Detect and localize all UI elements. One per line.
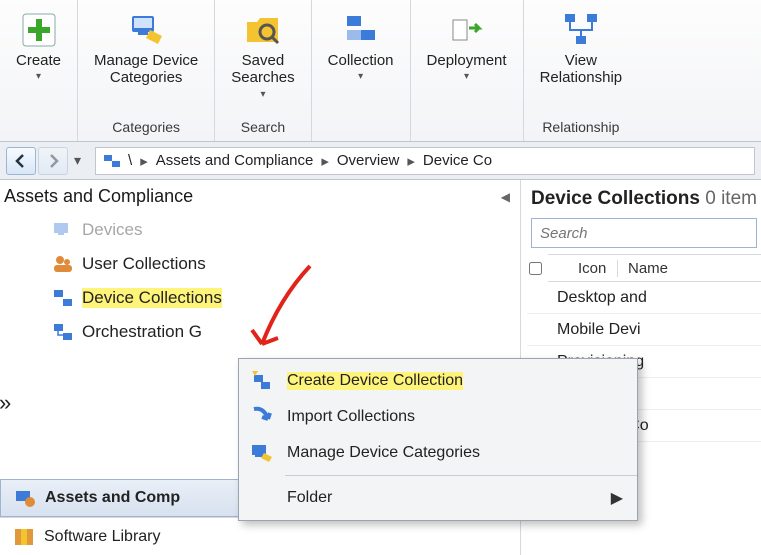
context-menu: Create Device Collection Import Collecti… <box>238 358 638 521</box>
view-relationships-button[interactable]: View Relationship <box>534 6 629 87</box>
chevron-right-icon: ▸ <box>407 152 415 170</box>
expand-chevron-icon[interactable]: » <box>0 390 11 416</box>
chevron-right-icon: ▸ <box>321 152 329 170</box>
chevron-right-icon: ▶ <box>611 488 623 508</box>
chevron-down-icon: ▾ <box>358 71 363 83</box>
content-title-name: Device Collections <box>531 188 700 209</box>
tree-label: Device Collections <box>82 288 222 308</box>
workspace-label: Assets and Comp <box>45 489 180 507</box>
col-name[interactable]: Name <box>618 260 761 277</box>
ribbon-group-categories: Manage Device Categories Categories <box>78 0 215 141</box>
assets-icon <box>13 486 37 510</box>
collapse-pane-icon[interactable]: ◀ <box>501 190 510 204</box>
ctx-create-device-collection[interactable]: Create Device Collection <box>239 363 637 399</box>
tree-node-devices[interactable]: Devices <box>8 213 520 247</box>
ctx-label: Create Device Collection <box>287 372 463 390</box>
chevron-down-icon: ▾ <box>36 71 41 83</box>
deployment-button[interactable]: Deployment ▾ <box>421 6 513 83</box>
manage-device-categories-button[interactable]: Manage Device Categories <box>88 6 204 87</box>
tree-label: Orchestration G <box>82 322 202 342</box>
orchestration-icon <box>52 321 74 343</box>
library-icon <box>12 525 36 549</box>
select-all-checkbox[interactable] <box>529 262 542 275</box>
ctx-separator <box>285 475 637 476</box>
col-icon[interactable]: Icon <box>548 260 618 277</box>
row-name: Desktop and <box>557 289 647 307</box>
nav-bar: ▾ \ ▸ Assets and Compliance ▸ Overview ▸… <box>0 142 761 180</box>
content-title-count: 0 item <box>705 188 757 209</box>
tree: Devices User Collections Device Collecti… <box>0 211 520 349</box>
table-row[interactable]: Desktop and <box>527 282 761 314</box>
plus-icon <box>19 10 59 50</box>
breadcrumb-overview[interactable]: Overview <box>337 152 400 169</box>
blank-icon <box>249 485 275 511</box>
create-button[interactable]: Create ▾ <box>10 6 67 83</box>
group-label-relationships: Relationship <box>534 115 629 141</box>
import-icon <box>249 404 275 430</box>
tree-title-bar: Assets and Compliance ◀ <box>0 180 520 211</box>
table-row[interactable]: Mobile Devi <box>527 314 761 346</box>
collection-icon <box>52 287 74 309</box>
ribbon-group-collection: Collection ▾ <box>312 0 411 141</box>
ctx-label: Manage Device Categories <box>287 444 480 462</box>
tree-node-user-collections[interactable]: User Collections <box>8 247 520 281</box>
device-icon <box>52 219 74 241</box>
collection-icon <box>341 10 381 50</box>
ctx-label: Folder <box>287 489 332 507</box>
saved-searches-label: Saved Searches <box>231 52 294 87</box>
ribbon-toolbar: Create ▾ Manage Device Categories Catego… <box>0 0 761 142</box>
tree-node-orchestration[interactable]: Orchestration G <box>8 315 520 349</box>
device-tag-icon <box>249 440 275 466</box>
nav-dropdown-icon[interactable]: ▾ <box>74 152 81 169</box>
ctx-import-collections[interactable]: Import Collections <box>239 399 637 435</box>
saved-searches-button[interactable]: Saved Searches ▾ <box>225 6 300 100</box>
row-name: Mobile Devi <box>557 321 641 339</box>
breadcrumb[interactable]: \ ▸ Assets and Compliance ▸ Overview ▸ D… <box>95 147 755 175</box>
nav-back-button[interactable] <box>6 147 36 175</box>
content-title: Device Collections 0 item <box>527 180 761 216</box>
tree-title: Assets and Compliance <box>4 186 193 207</box>
new-collection-icon <box>249 368 275 394</box>
manage-device-categories-label: Manage Device Categories <box>94 52 198 87</box>
create-label: Create <box>16 52 61 69</box>
ctx-manage-device-categories[interactable]: Manage Device Categories <box>239 435 637 471</box>
ctx-folder-submenu[interactable]: Folder ▶ <box>239 480 637 516</box>
tree-node-device-collections[interactable]: Device Collections <box>8 281 520 315</box>
ctx-label: Import Collections <box>287 408 415 426</box>
ribbon-group-search: Saved Searches ▾ Search <box>215 0 311 141</box>
folder-search-icon <box>243 10 283 50</box>
collection-button[interactable]: Collection ▾ <box>322 6 400 83</box>
ribbon-group-create: Create ▾ <box>0 0 78 141</box>
tree-label: Devices <box>82 220 142 240</box>
ribbon-group-deployment: Deployment ▾ <box>411 0 524 141</box>
relationship-icon <box>561 10 601 50</box>
search-box <box>531 218 757 248</box>
nav-forward-button[interactable] <box>38 147 68 175</box>
workspace-tab-library[interactable]: Software Library <box>0 517 520 555</box>
workspace-label: Software Library <box>44 528 161 546</box>
group-label-categories: Categories <box>88 115 204 141</box>
breadcrumb-assets[interactable]: Assets and Compliance <box>156 152 314 169</box>
ribbon-group-relationships: View Relationship Relationship <box>524 0 639 141</box>
column-headers: Icon Name <box>548 254 761 282</box>
deployment-label: Deployment <box>427 52 507 69</box>
device-tag-icon <box>126 10 166 50</box>
view-relationships-label: View Relationship <box>540 52 623 87</box>
chevron-down-icon: ▾ <box>464 71 469 83</box>
users-icon <box>52 253 74 275</box>
breadcrumb-root-icon <box>102 151 122 171</box>
deployment-icon <box>447 10 487 50</box>
search-input[interactable] <box>531 218 757 248</box>
group-label-search: Search <box>225 115 300 141</box>
chevron-down-icon: ▾ <box>260 89 265 101</box>
breadcrumb-device-collections[interactable]: Device Co <box>423 152 492 169</box>
chevron-right-icon: ▸ <box>140 152 148 170</box>
breadcrumb-sep: \ <box>128 152 132 169</box>
tree-label: User Collections <box>82 254 206 274</box>
collection-label: Collection <box>328 52 394 69</box>
